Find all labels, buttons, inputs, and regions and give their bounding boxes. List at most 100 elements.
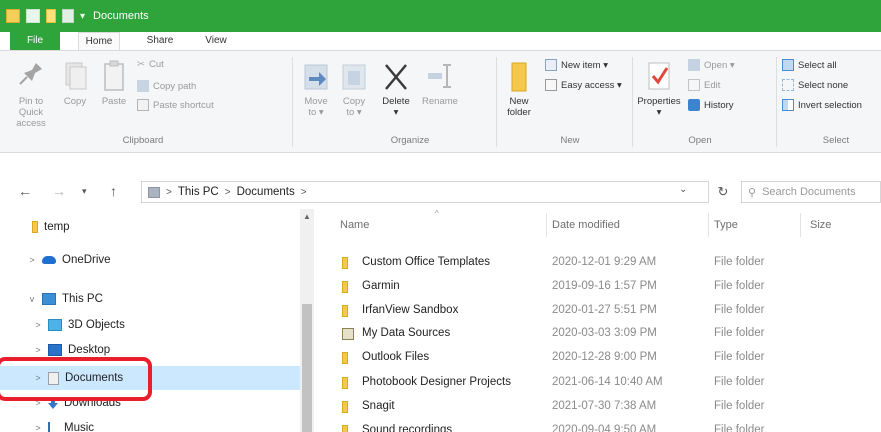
nav-item-this-pc[interactable]: v This PC [0,287,300,311]
pin-label-1: Pin to Quick [18,96,44,118]
properties-icon [648,62,670,90]
file-name: Photobook Designer Projects [362,376,511,388]
table-row[interactable]: Outlook Files 2020-12-28 9:00 PM File fo… [318,346,881,370]
address-history-chevron-icon[interactable]: ⌄ [679,184,687,195]
properties-label: Properties [637,96,681,107]
chevron-right-icon[interactable]: > [32,345,44,355]
properties-quick-icon[interactable] [26,9,40,23]
column-header-name[interactable]: Name [340,213,369,237]
sort-indicator-icon: ^ [435,209,439,218]
move-to-label-1: Move [304,96,328,107]
chevron-down-icon[interactable]: ▾ [80,11,85,22]
rename-button[interactable]: Rename [418,59,462,107]
open-button[interactable]: Open ▾ [688,59,735,71]
nav-scrollbar-thumb[interactable] [302,304,312,432]
column-divider[interactable] [546,213,547,237]
move-to-button[interactable]: Move to ▾ [300,59,332,118]
up-arrow-icon[interactable]: ↑ [110,183,117,199]
table-row[interactable]: Custom Office Templates 2020-12-01 9:29 … [318,251,881,275]
nav-item-documents[interactable]: > Documents [0,366,300,390]
cut-button[interactable]: ✂ Cut [137,59,164,70]
easy-access-button[interactable]: Easy access ▾ [545,79,622,91]
file-name: My Data Sources [362,327,451,339]
back-arrow-icon[interactable]: ← [18,183,32,199]
table-row[interactable]: Garmin 2019-09-16 1:57 PM File folder [318,275,881,299]
pin-icon [19,63,42,85]
select-all-button[interactable]: Select all [782,59,837,71]
tab-home[interactable]: Home [78,32,120,50]
breadcrumb-separator: > [300,186,307,198]
search-placeholder: Search Documents [762,186,856,198]
file-type: File folder [714,424,765,432]
paste-label: Paste [101,96,127,107]
nav-item-desktop[interactable]: > Desktop [0,338,300,362]
select-none-label: Select none [798,79,849,91]
invert-selection-button[interactable]: Invert selection [782,99,862,111]
new-item-button[interactable]: New item ▾ [545,59,608,71]
table-row[interactable]: My Data Sources 2020-03-03 3:09 PM File … [318,322,881,346]
file-type: File folder [714,351,765,363]
file-name: Outlook Files [362,351,430,363]
undo-quick-icon[interactable] [62,9,74,23]
column-divider[interactable] [708,213,709,237]
tab-file[interactable]: File [10,32,60,50]
nav-item-downloads[interactable]: > Downloads [0,391,300,415]
paste-shortcut-label: Paste shortcut [153,99,214,111]
table-row[interactable]: Photobook Designer Projects 2021-06-14 1… [318,371,881,395]
table-row[interactable]: Snagit 2021-07-30 7:38 AM File folder [318,395,881,419]
window-title: Documents [93,10,149,22]
nav-item-music[interactable]: > Music [0,416,300,432]
file-name: Sound recordings [362,424,453,432]
folder-icon [342,401,348,413]
copy-path-button[interactable]: Copy path [137,80,196,92]
history-button[interactable]: History [688,99,734,111]
chevron-right-icon[interactable]: > [32,398,44,408]
copy-button[interactable]: Copy [58,59,92,107]
nav-item-temp[interactable]: temp [0,215,300,239]
column-divider[interactable] [800,213,801,237]
column-header-size[interactable]: Size [810,213,831,237]
file-name: Garmin [362,280,400,292]
breadcrumb-separator: > [166,186,172,198]
file-date: 2021-06-14 10:40 AM [552,376,663,388]
recent-locations-chevron-icon[interactable]: ▾ [82,186,87,197]
paste-button[interactable]: Paste [97,59,131,107]
chevron-right-icon[interactable]: > [32,320,44,330]
column-header-date-modified[interactable]: Date modified [552,213,620,237]
nav-item-label: OneDrive [62,254,111,266]
select-none-button[interactable]: Select none [782,79,848,91]
forward-arrow-icon[interactable]: → [52,183,66,199]
breadcrumb-documents[interactable]: Documents [237,186,295,198]
properties-button[interactable]: Properties ▾ [634,59,684,118]
new-folder-quick-icon[interactable] [46,9,56,23]
column-header-type[interactable]: Type [714,213,738,237]
table-row[interactable]: Sound recordings 2020-09-04 9:50 AM File… [318,419,881,432]
pin-to-quick-access-button[interactable]: Pin to Quick access [8,59,54,129]
chevron-right-icon[interactable]: > [32,423,44,432]
copy-to-button[interactable]: Copy to ▾ [338,59,370,118]
tab-share[interactable]: Share [140,32,180,50]
table-row[interactable]: IrfanView Sandbox 2020-01-27 5:51 PM Fil… [318,299,881,323]
history-icon [688,99,700,111]
nav-item-3d-objects[interactable]: > 3D Objects [0,313,300,337]
ribbon-tabs: File Home Share View [0,32,881,50]
file-type: File folder [714,304,765,316]
tab-view[interactable]: View [198,32,234,50]
nav-item-onedrive[interactable]: > OneDrive [0,248,300,272]
edit-button[interactable]: Edit [688,79,720,91]
refresh-icon[interactable]: ↻ [711,181,735,203]
group-divider [496,57,497,147]
address-bar[interactable]: > This PC > Documents > [141,181,709,203]
scroll-up-arrow-icon[interactable]: ▲ [300,212,314,224]
paste-shortcut-button[interactable]: Paste shortcut [137,99,214,111]
chevron-right-icon[interactable]: > [26,255,38,265]
search-icon: ⚲ [748,186,757,199]
delete-button[interactable]: Delete ▾ [376,59,416,118]
new-folder-button[interactable]: New folder [498,59,540,118]
search-input[interactable]: ⚲ Search Documents [741,181,881,203]
breadcrumb-this-pc[interactable]: This PC [178,186,219,198]
chevron-down-icon[interactable]: v [26,294,38,304]
nav-item-label: 3D Objects [68,319,125,331]
new-item-icon [545,59,557,71]
chevron-right-icon[interactable]: > [32,373,44,383]
